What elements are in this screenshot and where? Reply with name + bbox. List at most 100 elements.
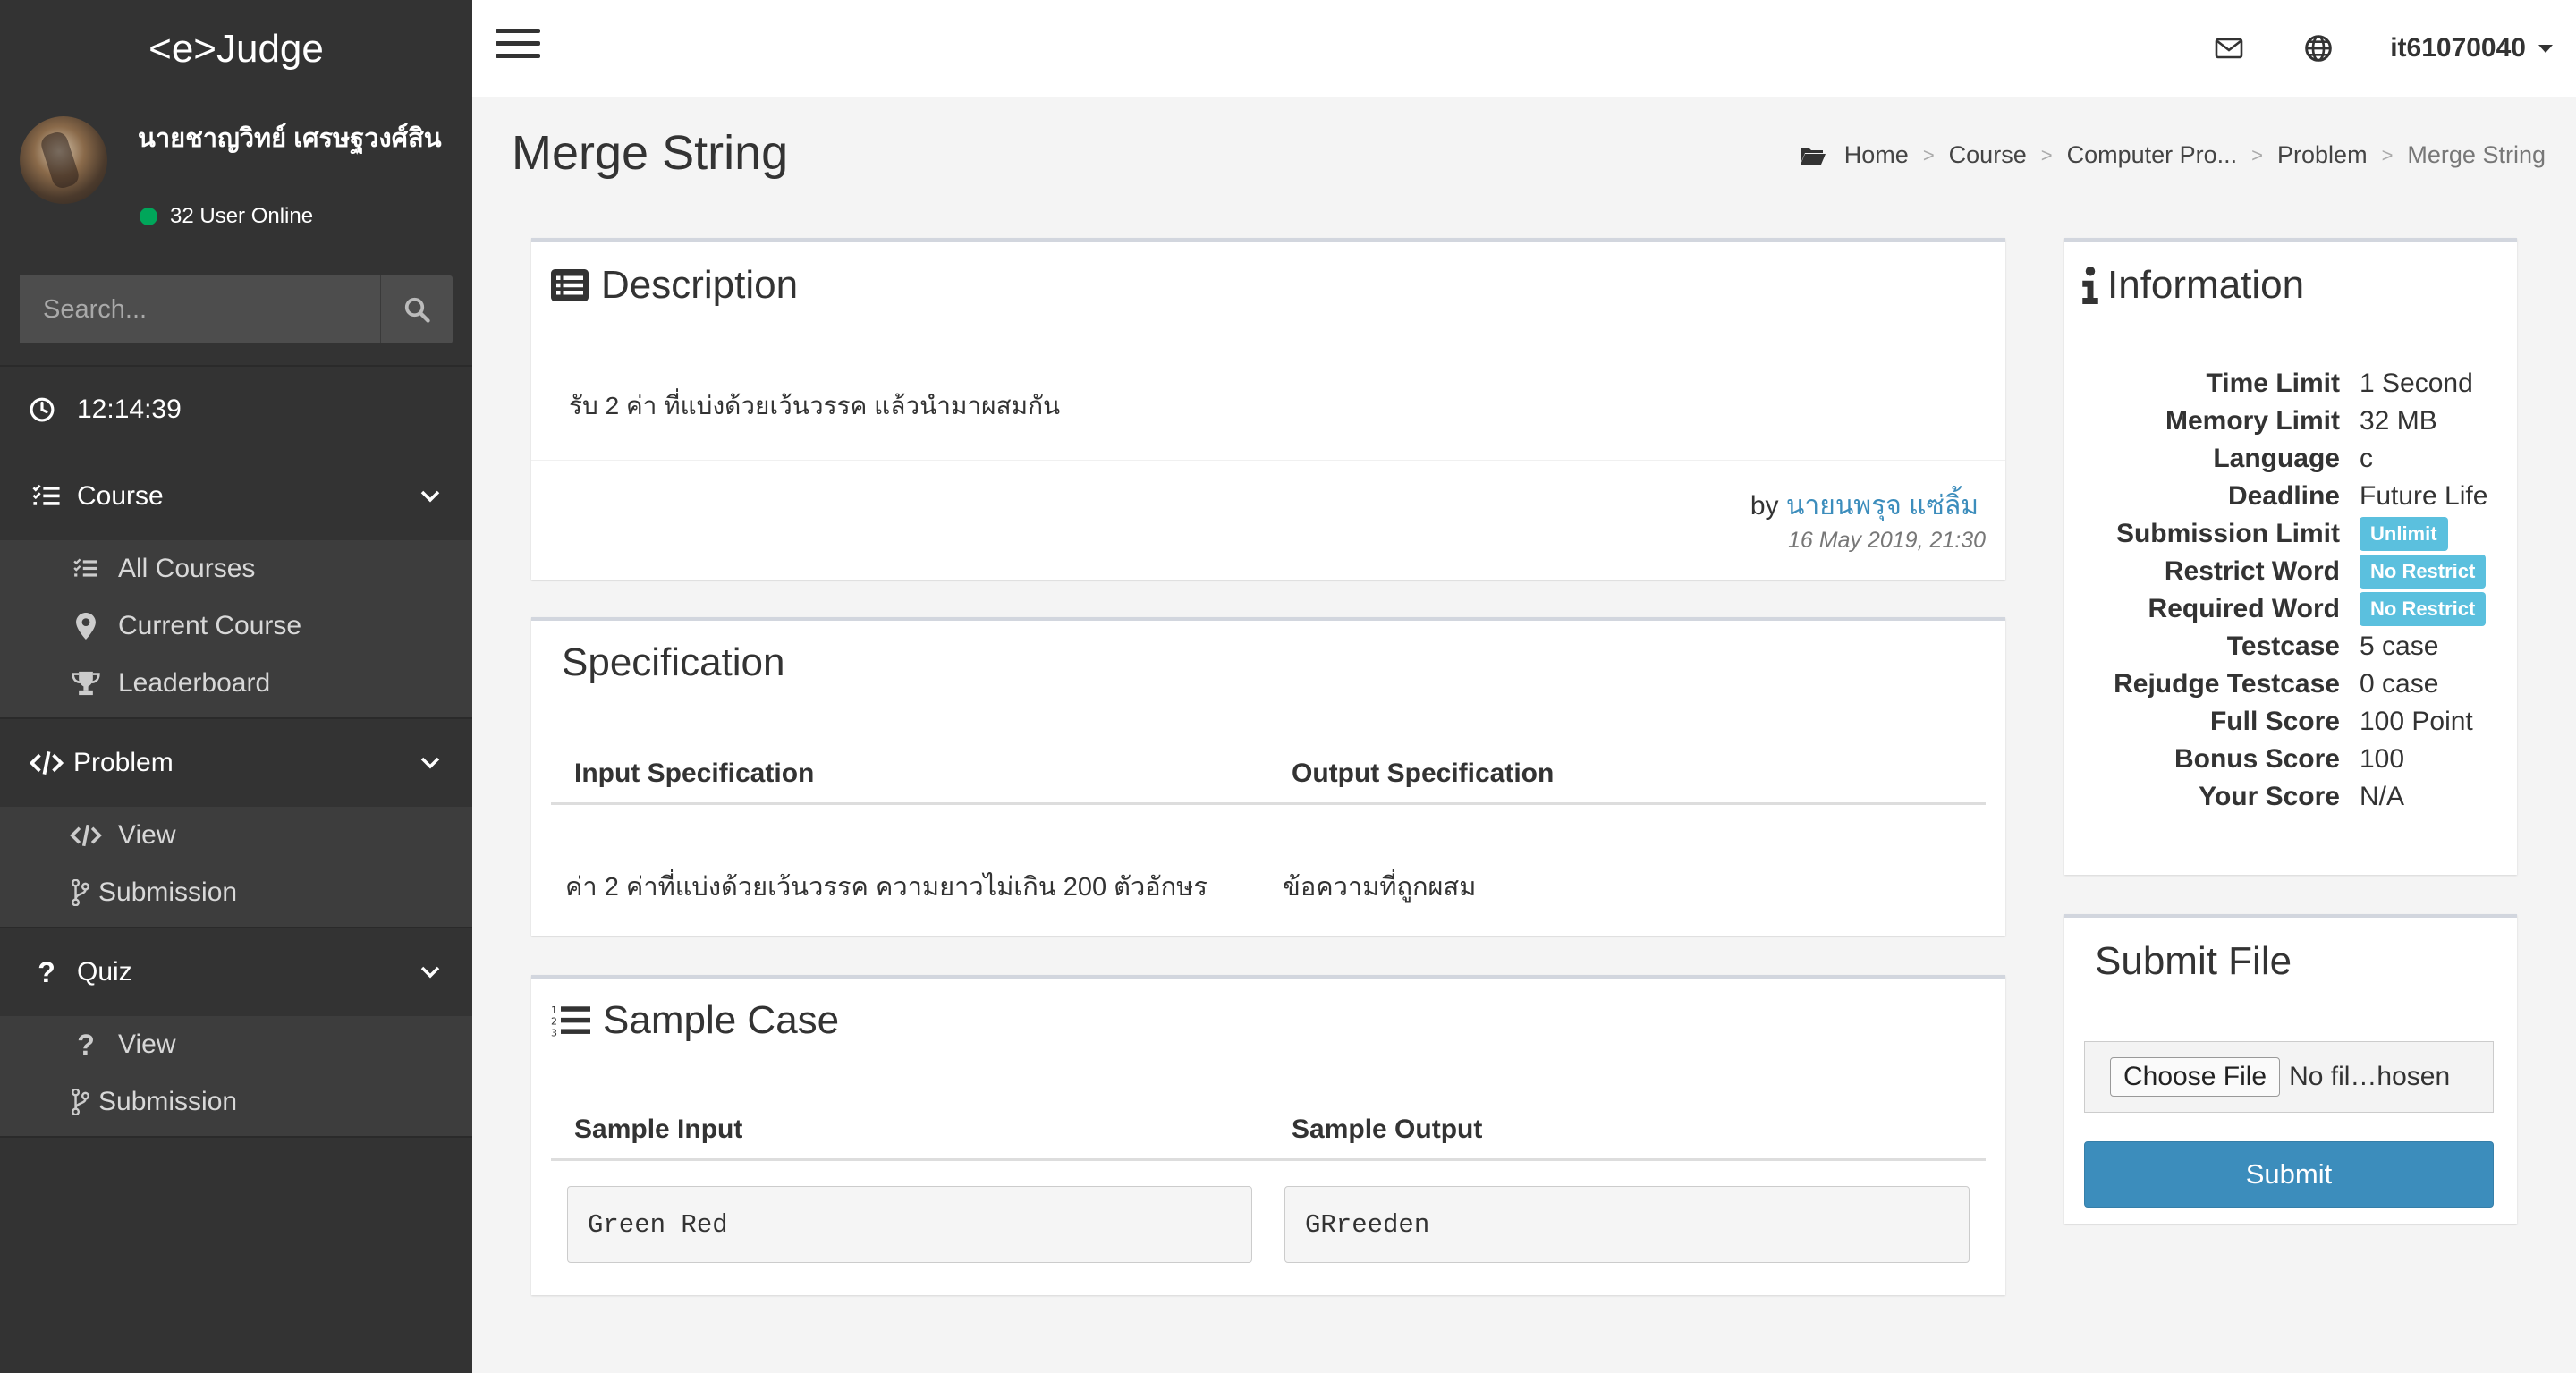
info-value: c [2360, 444, 2373, 473]
sidebar-item-label: Leaderboard [118, 668, 271, 698]
info-value: N/A [2360, 782, 2405, 811]
information-title: Information [2107, 263, 2305, 307]
breadcrumb-home[interactable]: Home [1844, 141, 1909, 169]
info-value: 0 case [2360, 669, 2439, 699]
sidebar-item-quiz-submission[interactable]: Submission [0, 1073, 472, 1131]
status-badge: No Restrict [2360, 592, 2487, 626]
search-input[interactable] [20, 275, 380, 343]
info-label: Your Score [2199, 782, 2340, 811]
sidebar-item-current-course[interactable]: Current Course [0, 598, 472, 655]
sidebar: <e>Judge นายชาญวิทย์ เศรษฐวงศ์สิน 32 Use… [0, 0, 472, 1373]
sidebar-item-label: View [118, 820, 176, 850]
breadcrumb-separator: > [2381, 143, 2394, 166]
sidebar-item-label: View [118, 1030, 176, 1059]
specification-box: Specification Input Specification Output… [531, 617, 2005, 936]
messages-button[interactable] [2184, 37, 2274, 60]
submit-file-box: Submit File Choose File No fil…hosen Sub… [2064, 914, 2517, 1224]
course-submenu: All Courses Current Course Leaderboard [0, 540, 472, 717]
chevron-down-icon [420, 757, 440, 769]
info-value: No Restrict [2360, 555, 2487, 590]
user-name: นายชาญวิทย์ เศรษฐวงศ์สิน [138, 124, 442, 153]
sample-input-code[interactable]: Green Red [567, 1186, 1252, 1263]
sidebar-menu: Course All Courses Current Course Leader… [0, 453, 472, 1138]
info-label: Testcase [2226, 631, 2340, 661]
info-row: Full Score 100 Point [2064, 707, 2517, 744]
specification-title: Specification [562, 640, 785, 684]
info-row: Language c [2064, 444, 2517, 481]
info-label: Submission Limit [2115, 519, 2340, 548]
sample-table-header: Sample Input Sample Output [551, 1102, 1986, 1161]
sidebar-item-label: Current Course [118, 611, 302, 640]
info-label: Memory Limit [2165, 406, 2340, 436]
sidebar-item-problem-view[interactable]: View [0, 807, 472, 864]
sample-case-header: 123 Sample Case [551, 998, 839, 1043]
online-dot-icon [140, 208, 157, 225]
breadcrumb-separator: > [2040, 143, 2053, 166]
status-badge: Unlimit [2360, 517, 2448, 551]
breadcrumb-current: Merge String [2407, 141, 2546, 168]
info-row: Submission Limit Unlimit [2064, 517, 2517, 556]
sidebar-toggle-button[interactable] [496, 29, 540, 64]
breadcrumb-computer-programming[interactable]: Computer Pro... [2067, 141, 2238, 169]
breadcrumb-separator: > [2251, 143, 2264, 166]
breadcrumb: Home > Course > Computer Pro... > Proble… [1800, 141, 2546, 169]
folder-icon [1800, 145, 1826, 166]
course-list-icon [29, 483, 64, 510]
sidebar-item-all-courses[interactable]: All Courses [0, 540, 472, 598]
breadcrumb-separator: > [1922, 143, 1935, 166]
sidebar-item-label: Submission [98, 877, 238, 907]
input-spec-header: Input Specification [574, 759, 815, 788]
file-input[interactable]: Choose File No fil…hosen [2084, 1041, 2494, 1113]
info-icon [2082, 267, 2098, 304]
info-row: Restrict Word No Restrict [2064, 555, 2517, 594]
avatar [20, 116, 107, 204]
brand-logo[interactable]: <e>Judge [0, 0, 472, 98]
sample-case-title: Sample Case [603, 998, 840, 1042]
branch-icon [70, 1089, 91, 1115]
mail-icon [2215, 38, 2243, 59]
info-row: Rejudge Testcase 0 case [2064, 669, 2517, 707]
sidebar-item-quiz[interactable]: ? Quiz [0, 928, 472, 1016]
sidebar-item-leaderboard[interactable]: Leaderboard [0, 655, 472, 712]
sidebar-item-label: Quiz [77, 957, 132, 987]
sidebar-item-course[interactable]: Course [0, 453, 472, 540]
info-label: Language [2213, 444, 2340, 473]
choose-file-button[interactable]: Choose File [2110, 1057, 2281, 1097]
breadcrumb-course[interactable]: Course [1949, 141, 2027, 169]
submit-button[interactable]: Submit [2084, 1141, 2494, 1208]
info-label: Full Score [2209, 707, 2340, 736]
sample-case-box: 123 Sample Case Sample Input Sample Outp… [531, 975, 2005, 1295]
top-navbar: it61070040 [472, 0, 2576, 97]
info-value: 32 MB [2360, 406, 2437, 436]
by-label: by [1750, 491, 1779, 521]
menu-group-course: Course All Courses Current Course Leader… [0, 453, 472, 719]
sidebar-item-quiz-view[interactable]: ? View [0, 1016, 472, 1073]
chevron-down-icon [420, 490, 440, 503]
info-label: Bonus Score [2174, 744, 2340, 774]
search-icon [404, 297, 430, 323]
language-button[interactable] [2274, 34, 2363, 63]
info-label: Rejudge Testcase [2114, 669, 2340, 699]
breadcrumb-problem[interactable]: Problem [2277, 141, 2368, 169]
user-menu[interactable]: it61070040 [2390, 33, 2553, 64]
submit-file-title: Submit File [2095, 939, 2292, 983]
sample-output-code[interactable]: GRreeden [1284, 1186, 1970, 1263]
sidebar-item-problem[interactable]: Problem [0, 719, 472, 807]
caret-down-icon [2538, 44, 2553, 53]
search-button[interactable] [380, 275, 453, 343]
author-link[interactable]: นายนพรุจ แซ่ลิ้ม [1786, 491, 1979, 521]
info-value: 100 [2360, 744, 2405, 774]
list-alt-icon [551, 268, 589, 302]
list-check-icon [70, 557, 102, 581]
branch-icon [70, 879, 91, 906]
info-row: Deadline Future Life [2064, 481, 2517, 519]
clock-time: 12:14:39 [77, 394, 182, 424]
chevron-down-icon [420, 966, 440, 979]
description-title: Description [601, 263, 799, 307]
question-icon: ? [38, 955, 55, 988]
author-line: by นายนพรุจ แซ่ลิ้ม [1750, 485, 1979, 527]
menu-group-quiz: ? Quiz ? View Submission [0, 928, 472, 1138]
description-header: Description [551, 263, 798, 308]
sidebar-item-problem-submission[interactable]: Submission [0, 864, 472, 921]
clock-icon [29, 396, 55, 423]
